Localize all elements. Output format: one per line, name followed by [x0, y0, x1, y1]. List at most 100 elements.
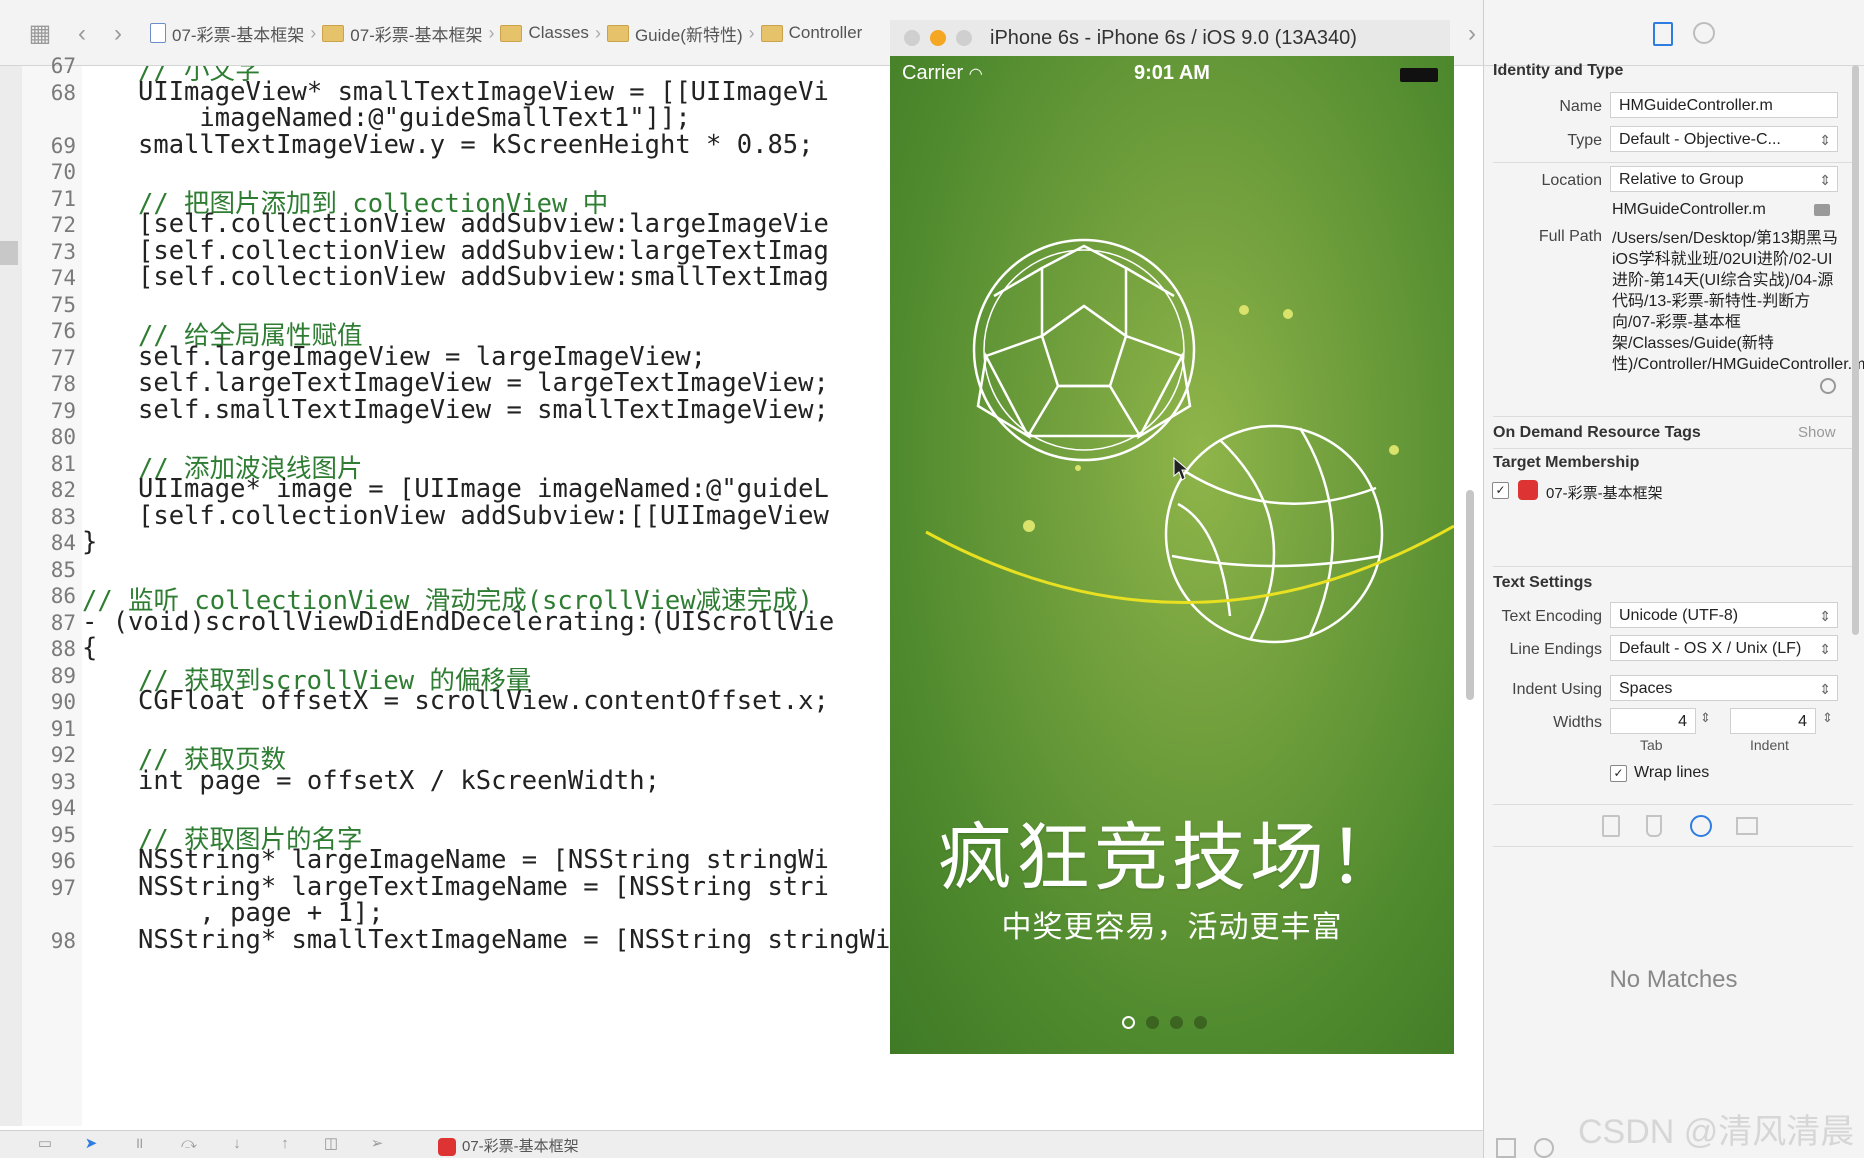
- filter-icon[interactable]: [1534, 1138, 1554, 1158]
- page-dot[interactable]: [1170, 1016, 1183, 1029]
- page-control[interactable]: [1122, 1014, 1232, 1034]
- location-icon[interactable]: ➢: [368, 1135, 386, 1153]
- line-number: 88: [50, 637, 76, 661]
- view-debugger-icon[interactable]: ◫: [322, 1135, 340, 1153]
- debug-bar: ▭ ➤ ॥ ⤼ ↓ ↑ ◫ ➢ 07-彩票-基本框架: [0, 1130, 1483, 1158]
- line-number: 87: [50, 610, 76, 635]
- grid-icon[interactable]: ▦: [26, 20, 54, 48]
- location-select[interactable]: Relative to Group ⇕: [1610, 166, 1838, 192]
- line-number: 86: [50, 584, 76, 608]
- type-label: Type: [1567, 132, 1602, 149]
- wrap-lines-checkbox[interactable]: ✓: [1610, 765, 1627, 782]
- guide-subline: 中奖更容易，活动更丰富: [1001, 911, 1343, 944]
- breadcrumb-label: 07-彩票-基本框架: [172, 25, 305, 45]
- code-line: [self.collectionView addSubview:[[UIImag…: [138, 500, 829, 531]
- page-dot[interactable]: [1194, 1016, 1207, 1029]
- pause-icon[interactable]: ॥: [130, 1135, 148, 1153]
- type-select[interactable]: Default - Objective-C... ⇕: [1610, 126, 1838, 152]
- encoding-label: Text Encoding: [1501, 608, 1602, 625]
- line-number: 97: [50, 875, 76, 900]
- line-number: 71: [50, 186, 76, 211]
- code-editor[interactable]: // 小文字 UIImageView* smallTextImageView = …: [82, 66, 902, 1126]
- code-snippet-icon[interactable]: [1646, 815, 1662, 837]
- indent-label: Indent: [1750, 737, 1789, 753]
- line-number: 68: [50, 80, 76, 105]
- divider: [1493, 846, 1853, 847]
- name-field[interactable]: HMGuideController.m: [1610, 92, 1838, 118]
- guide-headline: 疯狂竞技场！: [938, 816, 1406, 899]
- step-out-icon[interactable]: ↑: [276, 1135, 294, 1153]
- target-checkbox[interactable]: ✓: [1492, 482, 1509, 499]
- file-template-icon[interactable]: [1602, 815, 1620, 837]
- encoding-select[interactable]: Unicode (UTF-8) ⇕: [1610, 602, 1838, 628]
- chevron-right-icon[interactable]: ›: [1458, 20, 1486, 48]
- target-name: 07-彩票-基本框架: [1546, 485, 1663, 502]
- watermark: CSDN @清风清晨: [1578, 1113, 1855, 1151]
- line-number: 69: [50, 133, 76, 158]
- folder-icon: [760, 24, 783, 42]
- breadcrumb-item[interactable]: 07-彩票-基本框架 ›: [150, 21, 316, 46]
- back-arrow-icon[interactable]: ‹: [68, 20, 96, 48]
- stepper-arrows-icon: ⇕: [1819, 608, 1831, 624]
- help-inspector-tab-icon[interactable]: [1693, 22, 1715, 44]
- zoom-button[interactable]: [956, 30, 972, 46]
- odr-show-button[interactable]: Show: [1798, 424, 1836, 441]
- simulator-title: iPhone 6s - iPhone 6s / iOS 9.0 (13A340): [990, 27, 1357, 49]
- line-endings-select[interactable]: Default - OS X / Unix (LF) ⇕: [1610, 635, 1838, 661]
- breadcrumb-item[interactable]: Controller: [760, 23, 863, 43]
- breadcrumb-separator-icon: ›: [310, 22, 317, 43]
- divider: [1493, 566, 1853, 567]
- line-number: 74: [50, 266, 76, 290]
- line-numbers: 67 68 69 70 71 72 73 74 75 76 77 78 79 80 81 82 83 84 85 86…: [22, 54, 82, 1126]
- folder-icon[interactable]: [1814, 204, 1830, 216]
- code-line: {: [82, 633, 98, 663]
- text-settings-title: Text Settings: [1493, 574, 1593, 591]
- breadcrumb-separator-icon: ›: [594, 22, 601, 43]
- code-line: - (void)scrollViewDidEndDecelerating:(UI…: [82, 606, 835, 637]
- tab-width-field[interactable]: 4: [1610, 708, 1696, 734]
- breadcrumb-item[interactable]: Classes ›: [500, 22, 601, 44]
- wrap-lines-label: Wrap lines: [1634, 764, 1710, 781]
- breadcrumb-item[interactable]: Guide(新特性) ›: [606, 21, 755, 46]
- breadcrumb-label: Classes: [528, 23, 589, 42]
- code-line: int page = offsetX / kScreenWidth;: [138, 765, 660, 796]
- indent-width-field[interactable]: 4: [1730, 708, 1816, 734]
- code-line: NSString* smallTextImageName = [NSString…: [138, 924, 902, 955]
- page-dot-active[interactable]: [1122, 1016, 1135, 1029]
- step-into-icon[interactable]: ↓: [228, 1135, 246, 1153]
- breadcrumb-separator-icon: ›: [488, 22, 495, 43]
- page-dot[interactable]: [1146, 1016, 1159, 1029]
- debug-target[interactable]: 07-彩票-基本框架: [438, 1135, 579, 1157]
- cursor-icon: [1173, 456, 1190, 481]
- reveal-arrow-icon[interactable]: [1820, 378, 1836, 394]
- file-inspector-tab-icon[interactable]: [1653, 22, 1673, 46]
- encoding-select-value: Unicode (UTF-8): [1619, 607, 1739, 624]
- breadcrumb-label: Controller: [788, 23, 863, 42]
- scrollbar[interactable]: [1466, 490, 1474, 700]
- name-label: Name: [1559, 98, 1602, 115]
- forward-arrow-icon[interactable]: ›: [104, 20, 132, 48]
- step-over-icon[interactable]: ⤼: [180, 1135, 198, 1153]
- media-library-icon[interactable]: [1736, 817, 1758, 835]
- grid-view-icon[interactable]: [1496, 1138, 1516, 1158]
- tab-stepper-icon[interactable]: ⇕: [1700, 710, 1711, 726]
- minimize-button[interactable]: [930, 30, 946, 46]
- hide-debug-area-icon[interactable]: ▭: [36, 1135, 54, 1153]
- line-endings-select-value: Default - OS X / Unix (LF): [1619, 640, 1802, 657]
- code-line: self.smallTextImageView = smallTextImage…: [138, 394, 829, 425]
- breakpoints-icon[interactable]: ➤: [82, 1135, 100, 1153]
- swoosh-line: [925, 524, 1454, 605]
- indent-using-select-value: Spaces: [1619, 680, 1673, 697]
- code-line: self.largeImageView = largeImageView;: [138, 341, 707, 372]
- stepper-arrows-icon: ⇕: [1819, 681, 1831, 697]
- indent-using-select[interactable]: Spaces ⇕: [1610, 675, 1838, 701]
- inspector-scrollbar[interactable]: [1852, 65, 1859, 635]
- line-number: 84: [50, 531, 76, 555]
- breadcrumb-item[interactable]: 07-彩票-基本框架 ›: [322, 21, 494, 46]
- indent-stepper-icon[interactable]: ⇕: [1822, 710, 1833, 726]
- object-library-icon[interactable]: [1690, 815, 1712, 837]
- code-line: , page + 1];: [138, 898, 384, 928]
- close-button[interactable]: [904, 30, 920, 46]
- line-number: 96: [50, 849, 76, 873]
- simulator-screen[interactable]: Carrier ◠ 9:01 AM 疯狂竞技场！ 中奖更容易，活动更丰富: [890, 56, 1454, 1054]
